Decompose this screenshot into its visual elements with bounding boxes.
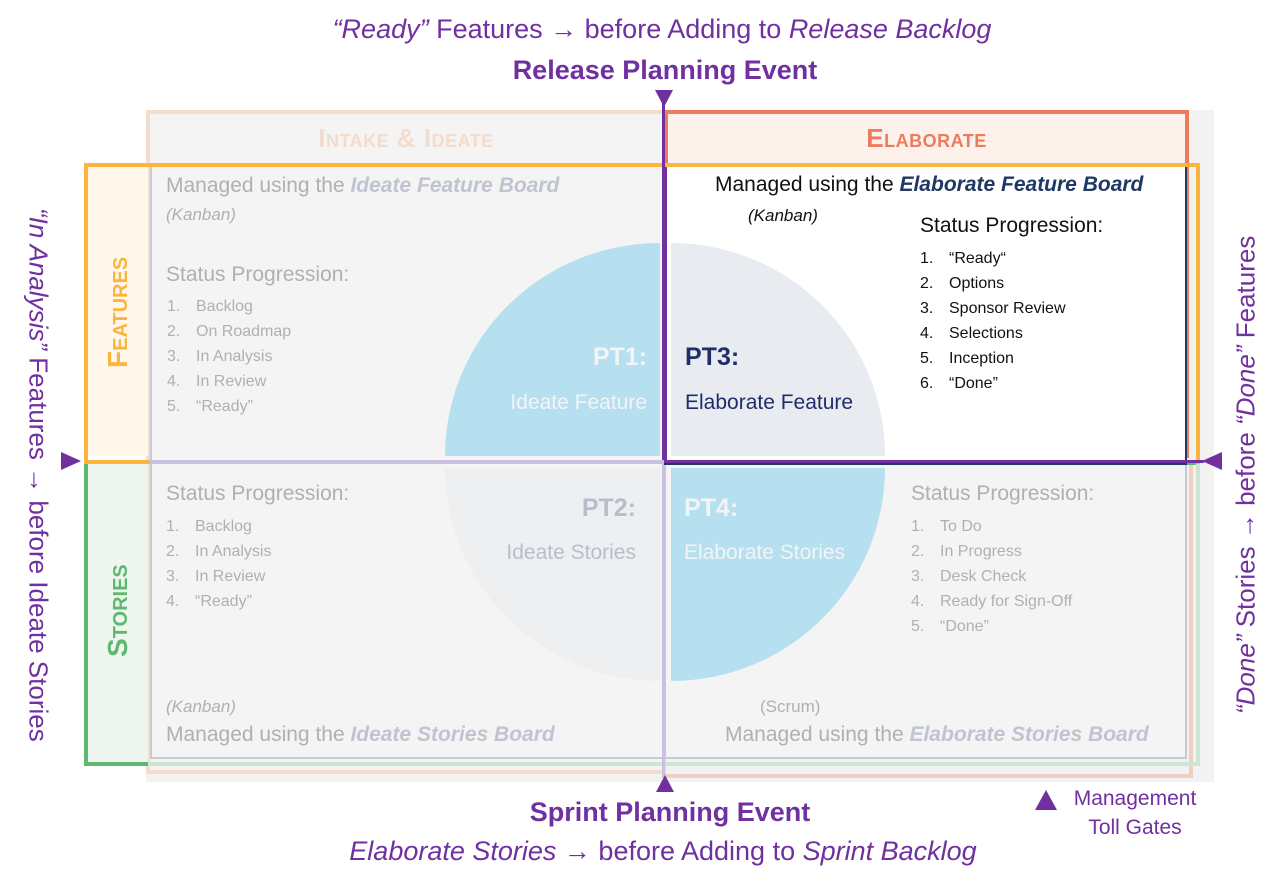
caption-middle: Features → before Adding to <box>428 14 789 44</box>
status-item: 2. Options <box>920 275 1005 292</box>
toll-gate-triangle-top-icon <box>655 90 673 107</box>
pt3-status-title: Status Progression: <box>920 214 1104 237</box>
caption-release-backlog: Release Backlog <box>788 14 992 44</box>
pt2-name: Ideate Stories <box>506 541 636 564</box>
pt2-status-title: Status Progression: <box>166 482 350 505</box>
status-item: 5. “Ready” <box>167 398 253 415</box>
pt1-board-name: Ideate Feature Board <box>350 174 560 197</box>
pt1-status-title: Status Progression: <box>166 263 350 286</box>
row-label-stories: Stories <box>102 564 133 658</box>
status-item: 2. In Progress <box>911 543 1022 560</box>
toll-gate-triangle-bottom-icon <box>656 775 674 792</box>
pt2-method: (Kanban) <box>166 697 236 716</box>
pt3-managed-text: Managed using the Elaborate Feature Boar… <box>715 173 1143 197</box>
status-item: 4. In Review <box>167 373 267 390</box>
pt1-name: Ideate Feature <box>510 391 647 414</box>
right-gate-caption: “Done” Stories → before “Done” Features <box>1226 160 1266 790</box>
status-item: 6. “Done” <box>920 375 998 392</box>
status-item: 3. Desk Check <box>911 568 1027 585</box>
row-label-features: Features <box>102 256 133 368</box>
status-item: 4. Selections <box>920 325 1023 342</box>
status-item: 2. In Analysis <box>166 543 272 560</box>
status-item: 1. “Ready“ <box>920 250 1006 267</box>
pt1-managed-prefix: Managed using the <box>166 174 351 197</box>
pt2-board-name: Ideate Stories Board <box>350 723 555 746</box>
right-caption-done-stories: “Done” <box>1230 634 1261 715</box>
pt4-name: Elaborate Stories <box>684 541 846 564</box>
status-item: 1. Backlog <box>166 518 252 535</box>
pt1-status-list: 1. Backlog 2. On Roadmap 3. In Analysis 4. I… <box>167 294 291 419</box>
vertical-divider-lower <box>662 462 665 778</box>
legend-triangle-icon <box>1035 790 1057 810</box>
pt4-managed-prefix: Managed using the <box>725 723 910 746</box>
pt3-code: PT3: <box>685 343 740 371</box>
pt2-managed-prefix: Managed using the <box>166 723 351 746</box>
pt4-status-title: Status Progression: <box>911 482 1095 505</box>
release-planning-event-title: Release Planning Event <box>512 55 818 85</box>
pt1-method: (Kanban) <box>166 205 236 224</box>
pt1-code: PT1: <box>592 343 647 371</box>
right-caption-done-features: “Done” <box>1230 345 1261 426</box>
status-item: 3. Sponsor Review <box>920 300 1066 317</box>
left-gate-caption: “In Analysis” Features → before Ideate S… <box>18 160 58 790</box>
pt2-code: PT2: <box>581 494 636 522</box>
column-header-elaborate: Elaborate <box>668 114 1185 162</box>
vertical-divider-upper <box>662 96 665 464</box>
left-caption-rest: Features → before Ideate Stories <box>23 350 54 742</box>
status-item: 3. In Review <box>166 568 266 585</box>
pt4-code: PT4: <box>684 494 739 522</box>
pt2-status-list: 1. Backlog 2. In Analysis 3. In Review 4. “R… <box>166 514 271 614</box>
status-item: 1. Backlog <box>167 298 253 315</box>
pt3-status-list: 1. “Ready“ 2. Options 3. Sponsor Review 4. S… <box>920 246 1066 396</box>
legend-line-2: Toll Gates <box>1088 816 1182 839</box>
release-gate-caption: “Ready” Features → before Adding to Rele… <box>0 14 1284 45</box>
pt4-status-list: 1. To Do 2. In Progress 3. Desk Check 4. Rea… <box>911 514 1072 639</box>
pt3-method: (Kanban) <box>748 206 818 225</box>
status-item: 5. Inception <box>920 350 1014 367</box>
caption-middle-bottom: → before Adding to <box>556 836 803 866</box>
pt3-managed-prefix: Managed using the <box>715 173 900 196</box>
legend-line-1: Management <box>1073 787 1197 810</box>
pt3-board-name: Elaborate Feature Board <box>899 173 1144 196</box>
status-item: 3. In Analysis <box>167 348 273 365</box>
legend-management-toll-gates: Management Toll Gates <box>1060 784 1210 842</box>
left-caption-quote: “In Analysis” <box>23 208 54 351</box>
pt3-name: Elaborate Feature <box>685 391 854 414</box>
pt2-managed-text: Managed using the Ideate Stories Board <box>166 723 555 747</box>
column-header-intake-ideate: Intake & Ideate <box>150 114 662 162</box>
pt1-managed-text: Managed using the Ideate Feature Board <box>166 174 559 198</box>
horizontal-divider-right-inner <box>664 463 1187 465</box>
status-item: 4. “Ready” <box>166 593 252 610</box>
right-caption-mid: Stories → before <box>1230 425 1261 635</box>
status-item: 2. On Roadmap <box>167 323 292 340</box>
caption-sprint-backlog: Sprint Backlog <box>802 836 977 866</box>
toll-gate-triangle-right-icon <box>1202 452 1222 470</box>
status-item: 1. To Do <box>911 518 982 535</box>
horizontal-divider-left <box>150 460 664 464</box>
right-caption-end: Features <box>1230 235 1261 346</box>
caption-elaborate-stories: Elaborate Stories <box>349 836 557 866</box>
status-item: 4. Ready for Sign-Off <box>911 593 1073 610</box>
toll-gate-triangle-left-icon <box>61 452 81 470</box>
pt4-managed-text: Managed using the Elaborate Stories Boar… <box>725 723 1149 747</box>
pt4-method: (Scrum) <box>760 697 821 716</box>
caption-ready-quote: “Ready” <box>332 14 429 44</box>
status-item: 5. “Done” <box>911 618 989 635</box>
pt4-board-name: Elaborate Stories Board <box>909 723 1149 746</box>
